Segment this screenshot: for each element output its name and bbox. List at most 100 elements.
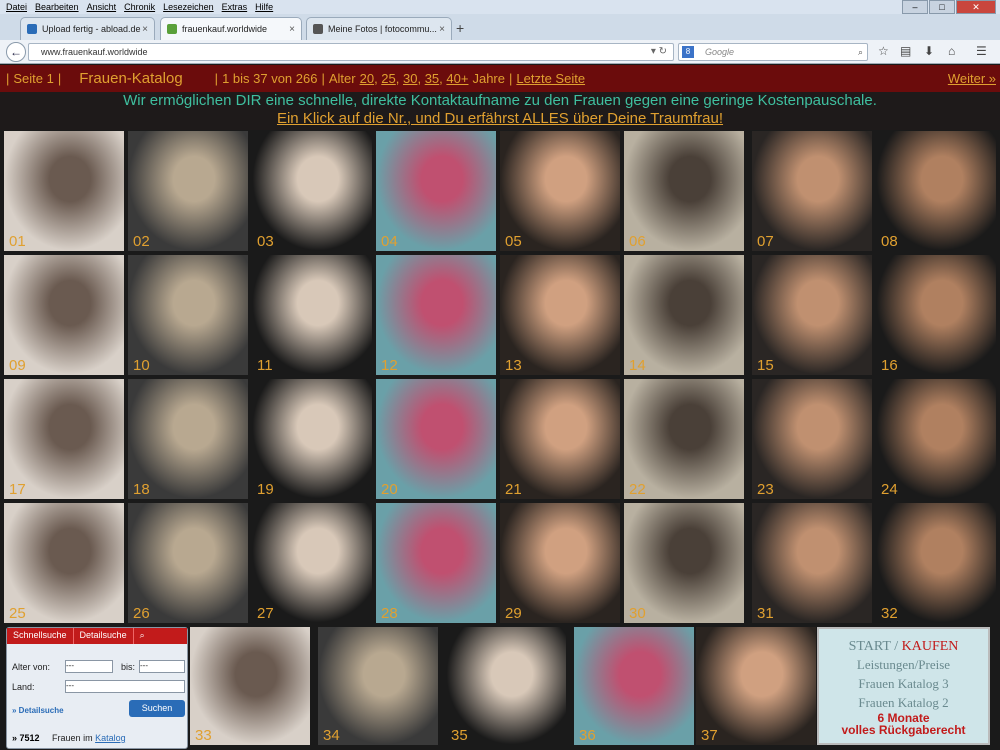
photo-number[interactable]: 14: [629, 357, 646, 374]
photo-number[interactable]: 37: [701, 727, 718, 744]
tab-schnellsuche[interactable]: Schnellsuche: [7, 628, 74, 644]
catalog-photo-27[interactable]: 27: [252, 503, 372, 623]
close-button[interactable]: ✕: [956, 0, 996, 14]
catalog-photo-24[interactable]: 24: [876, 379, 996, 499]
catalog-photo-34[interactable]: 34: [318, 627, 438, 745]
close-icon[interactable]: ×: [439, 24, 445, 35]
close-icon[interactable]: ×: [142, 24, 148, 35]
tab-detailsuche[interactable]: Detailsuche: [74, 628, 134, 644]
menu-item[interactable]: Chronik: [124, 2, 155, 12]
photo-number[interactable]: 21: [505, 481, 522, 498]
menu-item[interactable]: Lesezeichen: [163, 2, 214, 12]
menu-icon[interactable]: ☰: [976, 44, 987, 58]
start-link[interactable]: START: [849, 639, 891, 654]
menu-item[interactable]: Ansicht: [87, 2, 117, 12]
catalog-photo-05[interactable]: 05: [500, 131, 620, 251]
photo-number[interactable]: 16: [881, 357, 898, 374]
home-icon[interactable]: ⌂: [948, 44, 955, 58]
star-icon[interactable]: ☆: [878, 44, 889, 58]
catalog-photo-06[interactable]: 06: [624, 131, 744, 251]
photo-number[interactable]: 12: [381, 357, 398, 374]
photo-number[interactable]: 09: [9, 357, 26, 374]
photo-number[interactable]: 02: [133, 233, 150, 250]
photo-number[interactable]: 31: [757, 605, 774, 622]
photo-number[interactable]: 22: [629, 481, 646, 498]
photo-number[interactable]: 27: [257, 605, 274, 622]
photo-number[interactable]: 15: [757, 357, 774, 374]
country-select[interactable]: ---: [65, 680, 185, 693]
menu-item[interactable]: Hilfe: [255, 2, 273, 12]
catalog-photo-02[interactable]: 02: [128, 131, 248, 251]
menu-katalog-2[interactable]: Frauen Katalog 2: [819, 693, 988, 712]
catalog-photo-10[interactable]: 10: [128, 255, 248, 375]
photo-number[interactable]: 10: [133, 357, 150, 374]
photo-number[interactable]: 03: [257, 233, 274, 250]
age-link-35[interactable]: 35: [425, 71, 439, 86]
photo-number[interactable]: 23: [757, 481, 774, 498]
photo-number[interactable]: 24: [881, 481, 898, 498]
photo-number[interactable]: 32: [881, 605, 898, 622]
tab-frauenkauf[interactable]: frauenkauf.worldwide ×: [160, 17, 302, 40]
photo-number[interactable]: 26: [133, 605, 150, 622]
back-button[interactable]: ←: [6, 42, 26, 62]
photo-number[interactable]: 04: [381, 233, 398, 250]
age-link-20[interactable]: 20: [360, 71, 374, 86]
search-bar[interactable]: 8 Google ⌕: [678, 43, 868, 61]
search-icon[interactable]: ⌕: [858, 44, 863, 60]
photo-number[interactable]: 18: [133, 481, 150, 498]
catalog-photo-14[interactable]: 14: [624, 255, 744, 375]
age-link-25[interactable]: 25: [381, 71, 395, 86]
photo-number[interactable]: 06: [629, 233, 646, 250]
tab-abload[interactable]: Upload fertig - abload.de ×: [20, 17, 155, 40]
catalog-photo-28[interactable]: 28: [376, 503, 496, 623]
photo-number[interactable]: 05: [505, 233, 522, 250]
library-icon[interactable]: ▤: [900, 44, 911, 58]
catalog-photo-30[interactable]: 30: [624, 503, 744, 623]
catalog-photo-12[interactable]: 12: [376, 255, 496, 375]
catalog-photo-29[interactable]: 29: [500, 503, 620, 623]
catalog-photo-01[interactable]: 01: [4, 131, 124, 251]
catalog-photo-17[interactable]: 17: [4, 379, 124, 499]
photo-number[interactable]: 36: [579, 727, 596, 744]
menu-item[interactable]: Datei: [6, 2, 27, 12]
tagline-link[interactable]: Ein Klick auf die Nr., und Du erfährst A…: [0, 110, 1000, 128]
photo-number[interactable]: 30: [629, 605, 646, 622]
maximize-button[interactable]: □: [929, 0, 955, 14]
menu-item[interactable]: Extras: [222, 2, 248, 12]
catalog-photo-08[interactable]: 08: [876, 131, 996, 251]
search-button[interactable]: Suchen: [129, 700, 185, 717]
age-from-select[interactable]: ---: [65, 660, 113, 673]
minimize-button[interactable]: –: [902, 0, 928, 14]
catalog-photo-36[interactable]: 36: [574, 627, 694, 745]
catalog-link[interactable]: Katalog: [95, 733, 126, 743]
catalog-photo-13[interactable]: 13: [500, 255, 620, 375]
catalog-photo-11[interactable]: 11: [252, 255, 372, 375]
catalog-photo-25[interactable]: 25: [4, 503, 124, 623]
menu-leistungen[interactable]: Leistungen/Preise: [819, 655, 988, 674]
catalog-photo-20[interactable]: 20: [376, 379, 496, 499]
catalog-photo-03[interactable]: 03: [252, 131, 372, 251]
age-link-30[interactable]: 30: [403, 71, 417, 86]
detail-search-link[interactable]: » Detailsuche: [12, 706, 64, 715]
photo-number[interactable]: 28: [381, 605, 398, 622]
catalog-photo-32[interactable]: 32: [876, 503, 996, 623]
tab-fotocommunity[interactable]: Meine Fotos | fotocommu... ×: [306, 17, 452, 40]
url-bar[interactable]: www.frauenkauf.worldwide ▾ ↻: [28, 43, 674, 61]
catalog-photo-23[interactable]: 23: [752, 379, 872, 499]
photo-number[interactable]: 29: [505, 605, 522, 622]
next-page-link[interactable]: Weiter »: [948, 71, 996, 86]
photo-number[interactable]: 20: [381, 481, 398, 498]
age-to-select[interactable]: ---: [139, 660, 185, 673]
catalog-photo-26[interactable]: 26: [128, 503, 248, 623]
catalog-photo-35[interactable]: 35: [446, 627, 566, 745]
catalog-photo-16[interactable]: 16: [876, 255, 996, 375]
catalog-photo-07[interactable]: 07: [752, 131, 872, 251]
catalog-photo-09[interactable]: 09: [4, 255, 124, 375]
photo-number[interactable]: 01: [9, 233, 26, 250]
buy-link[interactable]: KAUFEN: [902, 639, 959, 654]
last-page-link[interactable]: Letzte Seite: [516, 71, 585, 86]
menu-katalog-3[interactable]: Frauen Katalog 3: [819, 674, 988, 693]
catalog-photo-22[interactable]: 22: [624, 379, 744, 499]
search-icon[interactable]: ⌕: [134, 628, 151, 644]
photo-number[interactable]: 19: [257, 481, 274, 498]
